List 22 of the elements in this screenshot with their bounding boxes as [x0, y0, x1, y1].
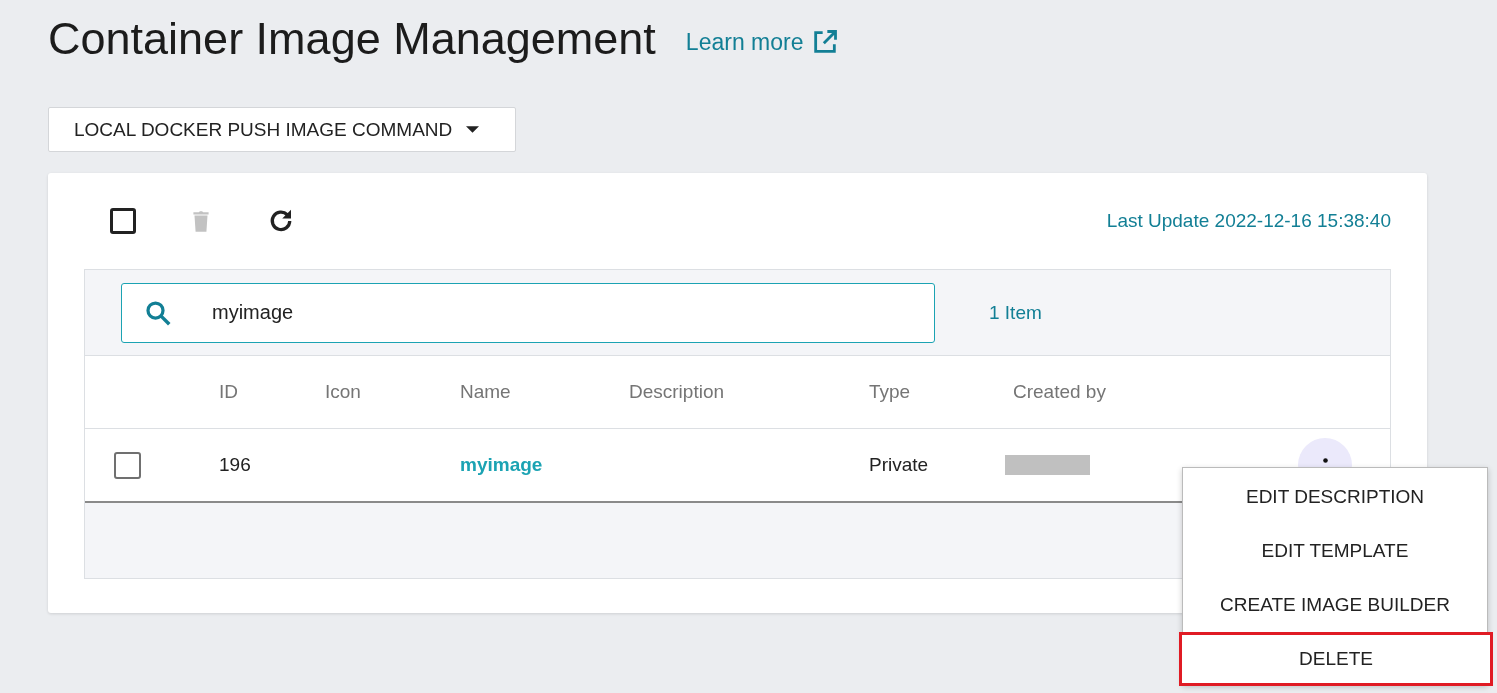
- column-header: Description: [629, 381, 726, 403]
- menu-item[interactable]: EDIT DESCRIPTION: [1183, 470, 1487, 524]
- column-header: Icon: [325, 381, 362, 403]
- page-title: Container Image Management: [48, 13, 656, 65]
- caret-icon: [466, 126, 480, 133]
- item-count: 1 Item: [989, 301, 1042, 324]
- column-header: Type: [869, 381, 912, 403]
- row-checkbox[interactable]: [114, 451, 141, 479]
- search-field[interactable]: myimage: [121, 282, 935, 343]
- table-cell-text: Private: [869, 454, 930, 476]
- command-dropdown[interactable]: LOCAL DOCKER PUSH IMAGE COMMAND: [48, 107, 517, 152]
- menu-item[interactable]: DELETE: [1179, 632, 1493, 686]
- column-header: Created by: [1013, 381, 1107, 403]
- table-cell-text: 196: [219, 454, 252, 476]
- column-header: Name: [460, 381, 512, 403]
- menu-item[interactable]: CREATE IMAGE BUILDER: [1183, 578, 1487, 632]
- menu-item[interactable]: EDIT TEMPLATE: [1183, 524, 1487, 578]
- external-link-icon: [811, 28, 840, 56]
- learn-more-link[interactable]: Learn more: [685, 28, 840, 56]
- last-update-text: Last Update 2022-12-16 15:38:40: [1106, 210, 1391, 232]
- select-all-checkbox[interactable]: [110, 208, 136, 234]
- column-header: ID: [219, 381, 239, 403]
